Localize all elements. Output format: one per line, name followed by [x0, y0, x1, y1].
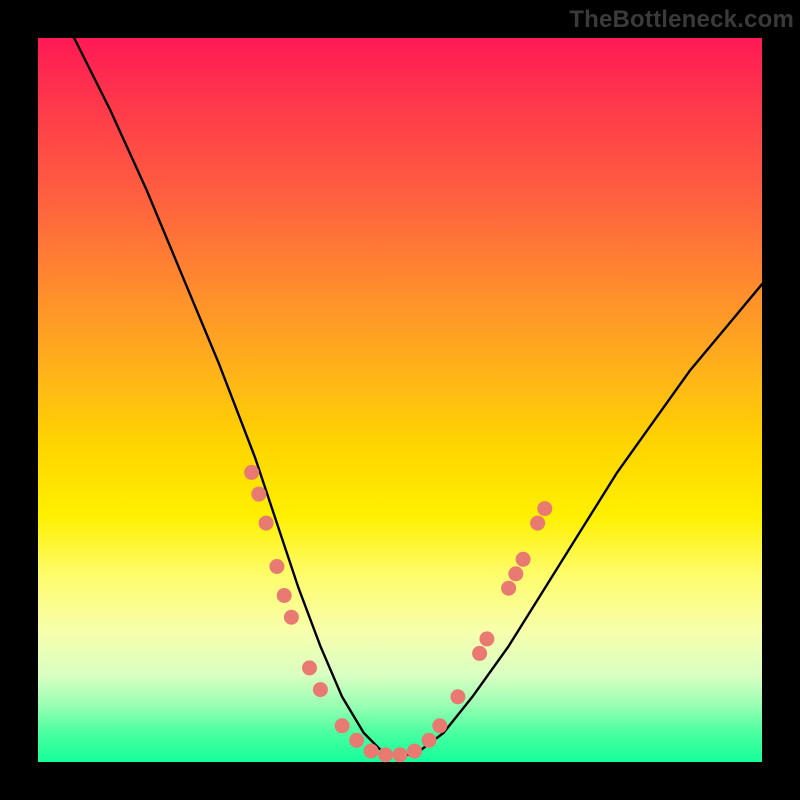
watermark-text: TheBottleneck.com: [569, 6, 794, 34]
plot-background: [38, 38, 762, 762]
chart-frame: TheBottleneck.com: [0, 0, 800, 800]
